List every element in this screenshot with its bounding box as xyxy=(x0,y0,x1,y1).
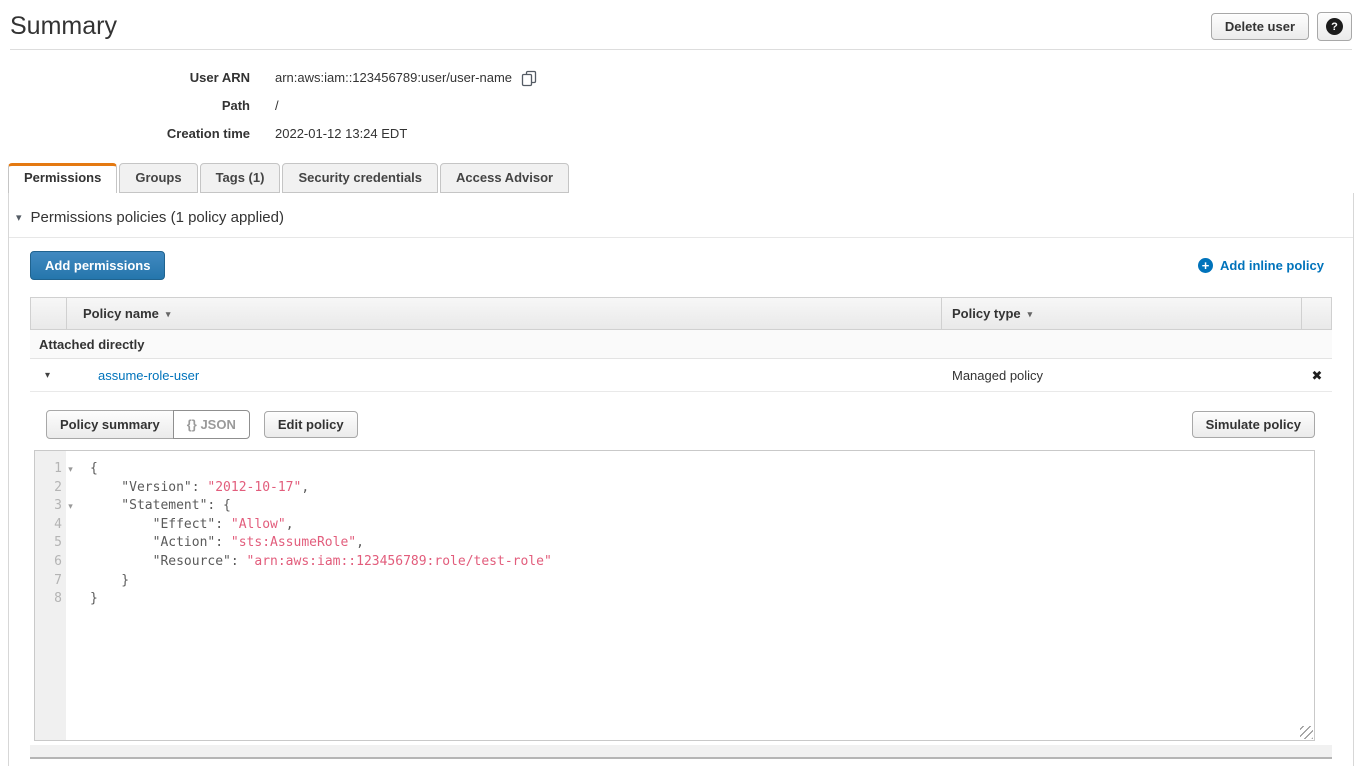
edit-policy-button[interactable]: Edit policy xyxy=(264,411,358,438)
summary-fields: User ARN arn:aws:iam::123456789:user/use… xyxy=(0,63,1362,147)
fold-icon: ▾ xyxy=(62,497,79,516)
delete-user-button[interactable]: Delete user xyxy=(1211,13,1309,40)
field-row-creation-time: Creation time 2022-01-12 13:24 EDT xyxy=(0,119,1362,147)
header-divider xyxy=(10,49,1352,50)
sort-caret-icon: ▾ xyxy=(1028,309,1033,320)
policy-name-column-header[interactable]: Policy name ▾ xyxy=(66,298,941,329)
json-toggle-button[interactable]: {} JSON xyxy=(173,410,250,439)
policy-type-value: Managed policy xyxy=(942,359,1302,391)
tab-permissions[interactable]: Permissions xyxy=(8,163,117,193)
path-label: Path xyxy=(0,98,250,113)
fold-icon: ▾ xyxy=(62,460,79,479)
attached-directly-group-row: Attached directly xyxy=(30,330,1332,359)
copy-icon[interactable] xyxy=(521,70,537,87)
collapse-caret-icon: ▾ xyxy=(16,211,22,224)
iam-user-summary-page: Summary Delete user ? User ARN arn:aws:i… xyxy=(0,0,1362,766)
tab-access-advisor[interactable]: Access Advisor xyxy=(440,163,569,193)
tab-tags[interactable]: Tags (1) xyxy=(200,163,281,193)
plus-icon: + xyxy=(1198,258,1213,273)
editor-code-area: { "Version": "2012-10-17", "Statement": … xyxy=(81,451,1314,740)
detach-policy-icon[interactable]: ✖ xyxy=(1312,369,1323,382)
expander-column-header xyxy=(31,298,66,329)
user-arn-value: arn:aws:iam::123456789:user/user-name xyxy=(275,70,512,85)
policy-table-row: ▾ assume-role-user Managed policy ✖ xyxy=(30,359,1332,392)
permissions-tab-panel: ▾ Permissions policies (1 policy applied… xyxy=(8,193,1354,766)
actions-column-header xyxy=(1301,298,1331,329)
path-value: / xyxy=(275,98,279,113)
policy-table-header: Policy name ▾ Policy type ▾ xyxy=(30,297,1332,330)
tab-groups[interactable]: Groups xyxy=(119,163,197,193)
policy-name-link[interactable]: assume-role-user xyxy=(98,368,199,383)
field-row-path: Path / xyxy=(0,91,1362,119)
permissions-policies-section-header[interactable]: ▾ Permissions policies (1 policy applied… xyxy=(9,193,1353,226)
add-inline-policy-link[interactable]: + Add inline policy xyxy=(1198,258,1324,273)
policy-detail-toolbar: Policy summary {} JSON Edit policy Simul… xyxy=(46,410,1315,439)
permissions-policies-heading: Permissions policies (1 policy applied) xyxy=(31,209,284,226)
add-inline-policy-label: Add inline policy xyxy=(1220,258,1324,273)
editor-gutter: 1▾ 2 3▾ 4 5 6 7 8 xyxy=(35,451,81,740)
row-expander-icon[interactable]: ▾ xyxy=(30,359,65,391)
editor-resize-handle[interactable] xyxy=(1300,726,1313,739)
sort-caret-icon: ▾ xyxy=(166,309,171,320)
add-permissions-button[interactable]: Add permissions xyxy=(30,251,165,280)
simulate-policy-button[interactable]: Simulate policy xyxy=(1192,411,1315,438)
creation-time-label: Creation time xyxy=(0,126,250,141)
policy-detail-panel: Policy summary {} JSON Edit policy Simul… xyxy=(30,410,1332,759)
tab-bar: Permissions Groups Tags (1) Security cre… xyxy=(8,163,1362,193)
expanded-row-footer xyxy=(30,745,1332,759)
policy-type-column-header[interactable]: Policy type ▾ xyxy=(941,298,1301,329)
permissions-toolbar: Add permissions + Add inline policy xyxy=(30,251,1324,280)
page-title: Summary xyxy=(10,12,117,41)
section-divider xyxy=(9,237,1353,238)
help-icon: ? xyxy=(1326,18,1343,35)
json-policy-editor[interactable]: 1▾ 2 3▾ 4 5 6 7 8 { "Version": "2012-10-… xyxy=(34,450,1315,741)
policy-view-toggle: Policy summary {} JSON xyxy=(46,410,250,439)
tab-security-credentials[interactable]: Security credentials xyxy=(282,163,438,193)
creation-time-value: 2022-01-12 13:24 EDT xyxy=(275,126,407,141)
help-button[interactable]: ? xyxy=(1317,12,1352,41)
header-actions: Delete user ? xyxy=(1211,12,1352,41)
policy-table: Policy name ▾ Policy type ▾ Attached dir… xyxy=(30,297,1332,759)
policy-summary-toggle-button[interactable]: Policy summary xyxy=(46,410,174,439)
user-arn-label: User ARN xyxy=(0,70,250,85)
page-header: Summary Delete user ? xyxy=(0,0,1362,41)
field-row-user-arn: User ARN arn:aws:iam::123456789:user/use… xyxy=(0,63,1362,91)
